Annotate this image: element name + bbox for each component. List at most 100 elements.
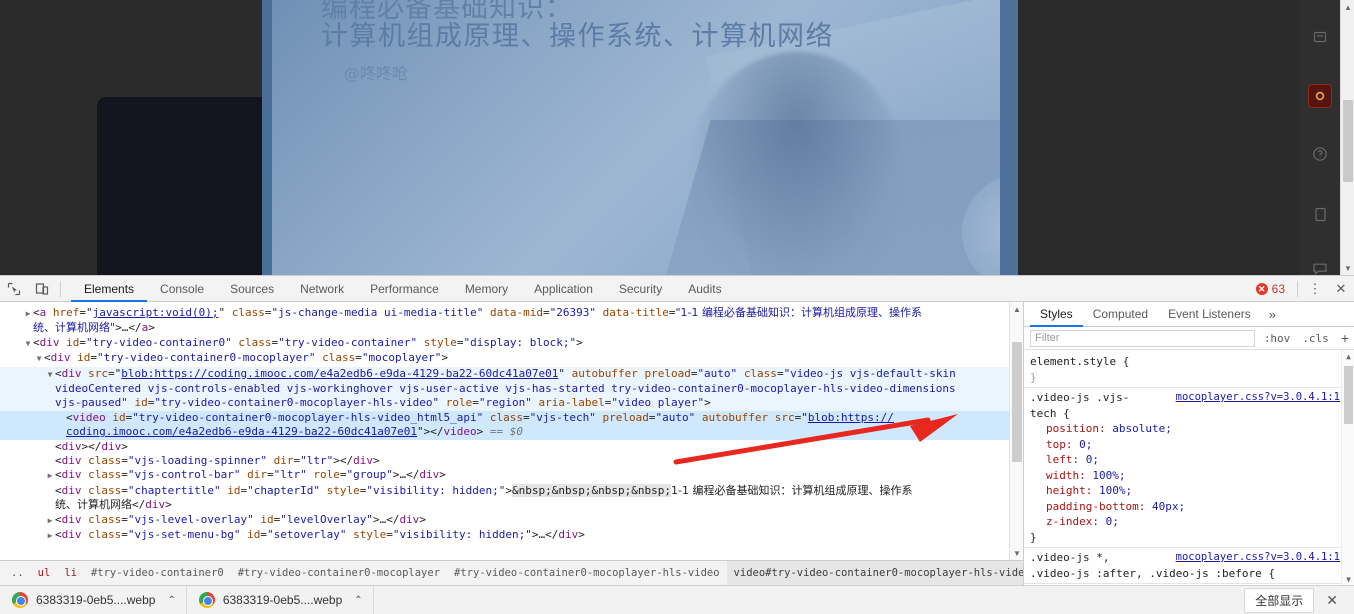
close-icon[interactable]: ✕ <box>1328 276 1354 302</box>
css-rule[interactable]: mocoplayer.css?v=3.0.4.1:1 .video-js .vjs… <box>1024 388 1354 548</box>
tab-performance[interactable]: Performance <box>357 276 452 302</box>
dom-tree-line[interactable]: <div class="vjs-loading-spinner" dir="lt… <box>0 454 1009 468</box>
download-item-2[interactable]: 6383319-0eb5....webp ⌃ <box>187 585 374 614</box>
dom-tree[interactable]: <a href="javascript:void(0);" class="js-… <box>0 302 1009 560</box>
dom-tree-line[interactable]: <div id="try-video-container0-mocoplayer… <box>0 351 1009 366</box>
dom-token-lnk[interactable]: coding.imooc.com/e4a2edb6-e9da-4129-ba22… <box>66 425 417 438</box>
styles-scrollbar-thumb[interactable] <box>1344 366 1353 424</box>
dom-tree-line[interactable]: videoCentered vjs-controls-enabled vjs-w… <box>0 382 1009 397</box>
css-declaration[interactable]: z-index: 0; <box>1030 514 1340 530</box>
css-rule[interactable]: mocoplayer.css?v=3.0.4.1:1 .video-js *, .v… <box>1024 548 1354 584</box>
dom-tree-line[interactable]: <video id = "try-video-container0-mocoplay… <box>0 410 1009 426</box>
more-tabs-icon[interactable]: » <box>1261 307 1284 322</box>
styles-filter-input[interactable] <box>1030 329 1255 347</box>
dom-token-tag: div <box>353 454 373 468</box>
stylesheet-source-link[interactable]: mocoplayer.css?v=3.0.4.1:1 <box>1176 550 1340 566</box>
download-item-1[interactable]: 6383319-0eb5....webp ⌃ <box>0 585 187 614</box>
devtools-panel: Elements Console Sources Network Perform… <box>0 275 1354 586</box>
chevron-up-icon[interactable]: ⌃ <box>354 595 362 606</box>
kebab-menu-icon[interactable]: ⋮ <box>1302 276 1328 302</box>
css-declaration[interactable]: height: 100%; <box>1030 483 1340 499</box>
dom-token-punct: > <box>115 321 122 335</box>
dom-tree-line[interactable]: <div id="try-video-container0" class="tr… <box>0 336 1009 351</box>
dom-tree-line[interactable]: <div class="vjs-control-bar" dir="ltr" r… <box>0 468 1009 483</box>
chevron-right-icon[interactable] <box>45 529 55 543</box>
toolbar-right-group: ✕ 63 ⋮ ✕ <box>1248 276 1354 302</box>
styles-scroll-up-icon[interactable]: ▲ <box>1342 350 1354 363</box>
show-all-downloads-button[interactable]: 全部显示 <box>1244 587 1315 613</box>
error-count-badge[interactable]: ✕ 63 <box>1248 282 1293 296</box>
chevron-up-icon[interactable]: ⌃ <box>167 595 175 606</box>
chevron-right-icon[interactable] <box>23 307 33 321</box>
css-declaration[interactable]: padding-bottom: 40px; <box>1030 499 1340 515</box>
dom-tree-line[interactable]: <div class="vjs-level-overlay" id="level… <box>0 513 1009 528</box>
tab-audits[interactable]: Audits <box>675 276 734 302</box>
dom-tree-line[interactable]: vjs-paused" id = "try-video-container0-moc… <box>0 396 1009 411</box>
dom-scroll-down-icon[interactable]: ▼ <box>1010 546 1023 560</box>
dom-token-lnk[interactable]: blob:https://coding.imooc.com/e4a2edb6-e… <box>121 367 558 380</box>
tab-styles[interactable]: Styles <box>1030 302 1083 327</box>
dom-tree-line[interactable]: coding.imooc.com/e4a2edb6-e9da-4129-ba22… <box>0 425 1009 440</box>
dom-tree-line[interactable]: <a href="javascript:void(0);" class="js-… <box>0 306 1009 321</box>
tab-event-listeners[interactable]: Event Listeners <box>1158 302 1261 327</box>
chat-icon[interactable] <box>1309 258 1331 275</box>
breadcrumb-item[interactable]: video#try-video-container0-mocoplayer-hl… <box>726 561 1023 586</box>
breadcrumb[interactable]: .. ul li #try-video-container0 #try-video-co… <box>0 560 1023 586</box>
dom-tree-line[interactable]: <div></div> <box>0 440 1009 454</box>
tab-console[interactable]: Console <box>147 276 217 302</box>
styles-rules-list[interactable]: ▲ ▼ element.style {} mocoplayer.css?v=3.0… <box>1024 350 1354 586</box>
css-declaration[interactable]: top: 0; <box>1030 437 1340 453</box>
tab-elements[interactable]: Elements <box>71 276 148 302</box>
css-declaration[interactable]: position: absolute; <box>1030 421 1340 437</box>
note-icon[interactable] <box>1309 26 1331 48</box>
dom-token-lnk[interactable]: javascript:void(0); <box>93 306 219 319</box>
tab-security[interactable]: Security <box>606 276 675 302</box>
breadcrumb-item[interactable]: .. <box>4 561 31 586</box>
chevron-down-icon[interactable] <box>34 352 44 366</box>
breadcrumb-item[interactable]: #try-video-container0 <box>84 561 231 586</box>
dom-scrollbar-thumb[interactable] <box>1012 342 1022 462</box>
dom-tree-line[interactable]: <div src="blob:https://coding.imooc.com/… <box>0 366 1009 383</box>
video-player-stage[interactable]: 编程必备基础知识： 计算机组成原理、操作系统、计算机网络 @咚咚呛 <box>262 0 1018 275</box>
device-toolbar-icon[interactable] <box>28 276 56 302</box>
record-icon[interactable] <box>1308 84 1332 108</box>
breadcrumb-item[interactable]: li <box>57 561 84 586</box>
close-download-bar-icon[interactable]: ✕ <box>1320 592 1344 609</box>
cls-toggle[interactable]: .cls <box>1299 332 1332 345</box>
styles-scrollbar[interactable]: ▲ ▼ <box>1341 350 1354 586</box>
css-declaration[interactable]: width: 100%; <box>1030 468 1340 484</box>
dom-scroll-up-icon[interactable]: ▲ <box>1010 302 1023 316</box>
dom-tree-line[interactable]: <div class="vjs-set-menu-bg" id="setover… <box>0 528 1009 543</box>
chevron-down-icon[interactable] <box>23 337 33 351</box>
dom-token-punct: < <box>66 410 73 424</box>
css-declaration[interactable]: left: 0; <box>1030 452 1340 468</box>
breadcrumb-item[interactable]: #try-video-container0-mocoplayer <box>231 561 447 586</box>
breadcrumb-item[interactable]: ul <box>31 561 58 586</box>
help-icon[interactable] <box>1309 143 1331 165</box>
scroll-down-icon[interactable]: ▼ <box>1341 261 1354 275</box>
tab-network[interactable]: Network <box>287 276 357 302</box>
tab-computed[interactable]: Computed <box>1083 302 1158 327</box>
dom-token-lnk[interactable]: blob:https:// <box>808 411 894 424</box>
scrollbar-thumb[interactable] <box>1343 100 1353 182</box>
css-property-name: left: <box>1046 453 1086 466</box>
tab-application[interactable]: Application <box>521 276 606 302</box>
page-scrollbar[interactable]: ▲ ▼ <box>1340 0 1354 275</box>
scroll-up-icon[interactable]: ▲ <box>1341 0 1354 14</box>
chevron-right-icon[interactable] <box>45 514 55 528</box>
dom-tree-scrollbar[interactable]: ▲ ▼ <box>1009 302 1023 560</box>
dom-tree-line[interactable]: <div class="chaptertitle" id="chapterId"… <box>0 483 1009 498</box>
dom-tree-line[interactable]: 统、计算机网络</div> <box>0 498 1009 512</box>
chevron-down-icon[interactable] <box>45 368 55 382</box>
new-style-rule-button[interactable]: + <box>1338 330 1352 346</box>
css-rule[interactable]: element.style {} <box>1024 352 1354 388</box>
chevron-right-icon[interactable] <box>45 469 55 483</box>
book-icon[interactable] <box>1309 203 1331 225</box>
hov-toggle[interactable]: :hov <box>1261 332 1294 345</box>
breadcrumb-item[interactable]: #try-video-container0-mocoplayer-hls-vid… <box>447 561 727 586</box>
stylesheet-source-link[interactable]: mocoplayer.css?v=3.0.4.1:1 <box>1176 390 1340 406</box>
tab-sources[interactable]: Sources <box>217 276 287 302</box>
inspect-cursor-icon[interactable] <box>0 276 28 302</box>
tab-memory[interactable]: Memory <box>452 276 521 302</box>
dom-tree-line[interactable]: 统、计算机网络">…</a> <box>0 321 1009 335</box>
